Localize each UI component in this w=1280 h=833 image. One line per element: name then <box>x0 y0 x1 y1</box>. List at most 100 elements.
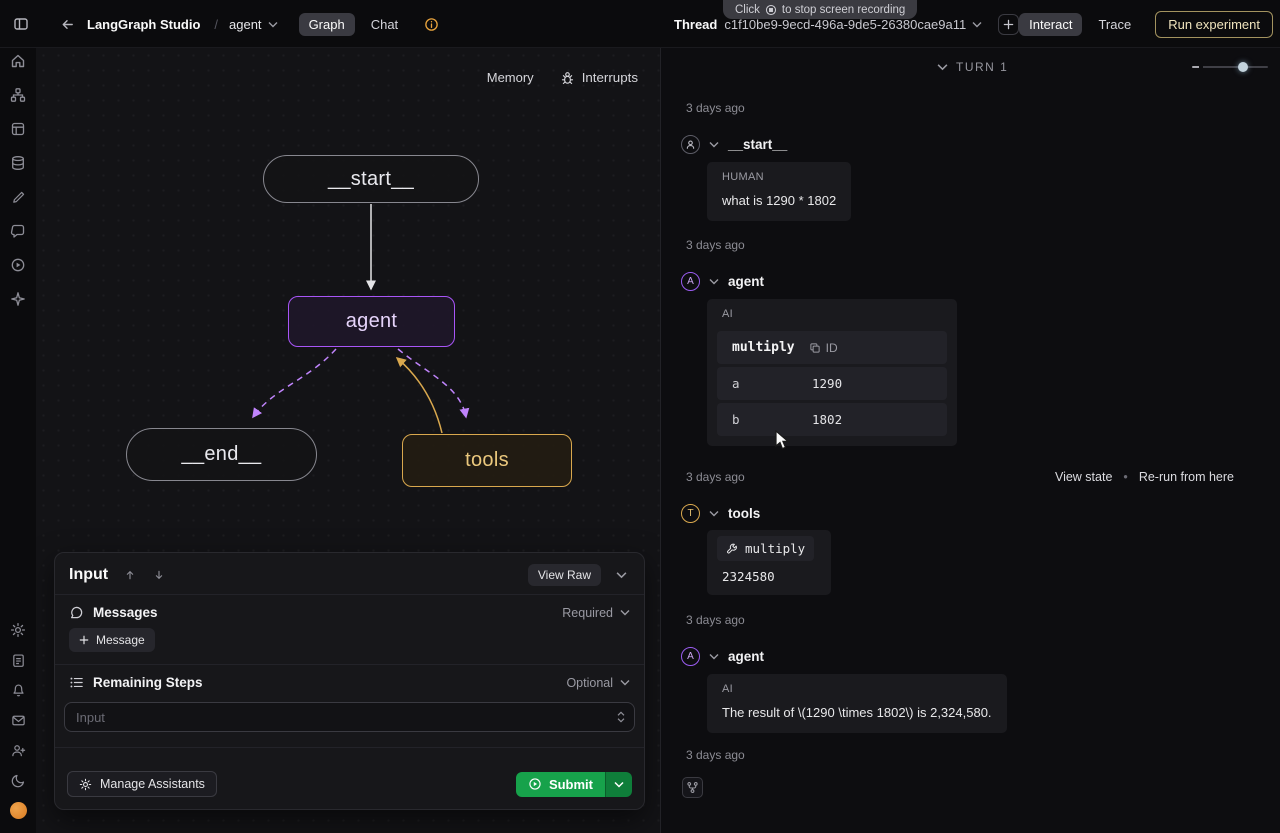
move-up-button[interactable] <box>121 566 139 584</box>
submit-options-button[interactable] <box>605 772 632 797</box>
clipboard-icon <box>11 653 26 668</box>
sidebar-item-home[interactable] <box>4 48 32 74</box>
remaining-steps-requirement-select[interactable]: Optional <box>566 676 630 690</box>
timestamp: 3 days ago <box>686 101 1280 115</box>
datasets-icon <box>10 155 26 171</box>
mail-button[interactable] <box>4 707 32 733</box>
rerun-from-here-button[interactable]: Re-run from here <box>1139 470 1234 484</box>
tooltip-prefix: Click <box>735 4 760 16</box>
event-agent-answer-header[interactable]: A agent <box>681 647 1280 666</box>
arg-row: b 1802 <box>717 403 947 436</box>
id-label: ID <box>826 341 838 355</box>
remaining-steps-row: Remaining Steps Optional <box>55 665 644 698</box>
sidebar-toggle-button[interactable] <box>10 13 32 35</box>
fork-thread-button[interactable] <box>682 777 703 798</box>
arg-row: a 1290 <box>717 367 947 400</box>
memory-tab[interactable]: Memory <box>487 70 534 85</box>
role-label: AI <box>722 308 942 320</box>
stepper-icon[interactable] <box>615 710 627 724</box>
tool-name: multiply <box>745 541 805 556</box>
turn-label: TURN 1 <box>956 60 1008 74</box>
sidebar-item-datasets[interactable] <box>4 150 32 176</box>
messages-row: Messages Required <box>55 595 644 628</box>
sidebar-item-assistants[interactable] <box>4 286 32 312</box>
chevron-down-icon <box>616 571 627 579</box>
turn-actions: View state • Re-run from here <box>1055 470 1234 484</box>
canvas-toolbar: Memory Interrupts <box>487 70 638 85</box>
arrow-down-icon <box>153 569 165 581</box>
edge-agent-end <box>253 349 336 417</box>
view-raw-button[interactable]: View Raw <box>528 564 601 586</box>
graph-canvas[interactable]: Memory Interrupts __start__ agent __end_… <box>36 48 660 833</box>
copy-id-button[interactable]: ID <box>809 341 838 355</box>
slider-thumb[interactable] <box>1238 62 1248 72</box>
profile-button[interactable] <box>4 797 32 823</box>
arg-key: a <box>732 376 812 391</box>
chat-icon <box>10 223 26 239</box>
moon-icon <box>11 773 26 788</box>
move-down-button[interactable] <box>150 566 168 584</box>
notifications-button[interactable] <box>4 677 32 703</box>
view-state-button[interactable]: View state <box>1055 470 1112 484</box>
turn-zoom-slider[interactable] <box>1192 61 1268 73</box>
breadcrumb-separator: / <box>214 17 218 32</box>
stop-recording-icon <box>765 4 777 16</box>
manage-assistants-button[interactable]: Manage Assistants <box>67 771 217 797</box>
docs-button[interactable] <box>4 647 32 673</box>
node-end[interactable]: __end__ <box>126 428 317 481</box>
trace-button[interactable]: Trace <box>1088 13 1141 36</box>
sparkle-icon <box>10 291 26 307</box>
input-panel: Input View Raw Messages Required <box>54 552 645 810</box>
tab-graph[interactable]: Graph <box>299 13 355 36</box>
chevron-down-icon <box>972 21 982 28</box>
collapse-input-button[interactable] <box>612 566 630 584</box>
submit-button[interactable]: Submit <box>516 772 605 797</box>
sidebar-item-playground[interactable] <box>4 252 32 278</box>
interact-button[interactable]: Interact <box>1019 13 1082 36</box>
sidebar-item-annotate[interactable] <box>4 184 32 210</box>
chevron-down-icon <box>937 63 948 71</box>
remaining-steps-label: Remaining Steps <box>93 675 203 690</box>
tool-chip: multiply <box>717 536 814 561</box>
event-agent-header[interactable]: A agent <box>681 272 1280 291</box>
add-message-button[interactable]: Message <box>69 628 155 652</box>
timestamp: 3 days ago <box>686 613 1280 627</box>
info-button[interactable] <box>420 13 442 35</box>
event-start-header[interactable]: __start__ <box>681 135 1280 154</box>
messages-requirement-select[interactable]: Required <box>562 606 630 620</box>
event-tools-header[interactable]: T tools <box>681 504 1280 523</box>
steps-icon <box>69 675 84 690</box>
node-tools[interactable]: tools <box>402 434 572 487</box>
invite-button[interactable] <box>4 737 32 763</box>
node-start[interactable]: __start__ <box>263 155 479 203</box>
node-agent[interactable]: agent <box>288 296 455 347</box>
copy-icon <box>809 342 821 354</box>
tab-chat[interactable]: Chat <box>361 13 408 36</box>
pencil-icon <box>11 190 26 205</box>
interrupts-tab[interactable]: Interrupts <box>560 70 638 85</box>
arrow-up-icon <box>124 569 136 581</box>
settings-button[interactable] <box>4 617 32 643</box>
human-message: what is 1290 * 1802 <box>722 193 836 208</box>
gear-icon <box>79 778 92 791</box>
input-panel-footer: Manage Assistants Submit <box>55 761 644 809</box>
run-experiment-button[interactable]: Run experiment <box>1155 11 1273 38</box>
play-circle-icon <box>528 777 542 791</box>
sidebar-item-deployments[interactable] <box>4 116 32 142</box>
messages-label: Messages <box>93 605 158 620</box>
new-thread-button[interactable] <box>998 14 1019 35</box>
sidebar-item-tracing[interactable] <box>4 82 32 108</box>
event-title: tools <box>728 506 760 521</box>
mail-icon <box>11 713 26 728</box>
back-button[interactable] <box>56 13 78 35</box>
sidebar-item-comments[interactable] <box>4 218 32 244</box>
remaining-steps-input[interactable] <box>64 702 635 732</box>
start-message-block: HUMAN what is 1290 * 1802 <box>707 162 851 221</box>
bullet-separator: • <box>1123 470 1127 484</box>
start-avatar <box>681 135 700 154</box>
turn-toggle[interactable]: TURN 1 <box>937 60 1008 74</box>
theme-toggle-button[interactable] <box>4 767 32 793</box>
home-icon <box>10 53 26 69</box>
graph-selector[interactable]: agent <box>229 17 278 32</box>
timestamp: 3 days ago <box>686 748 1280 762</box>
